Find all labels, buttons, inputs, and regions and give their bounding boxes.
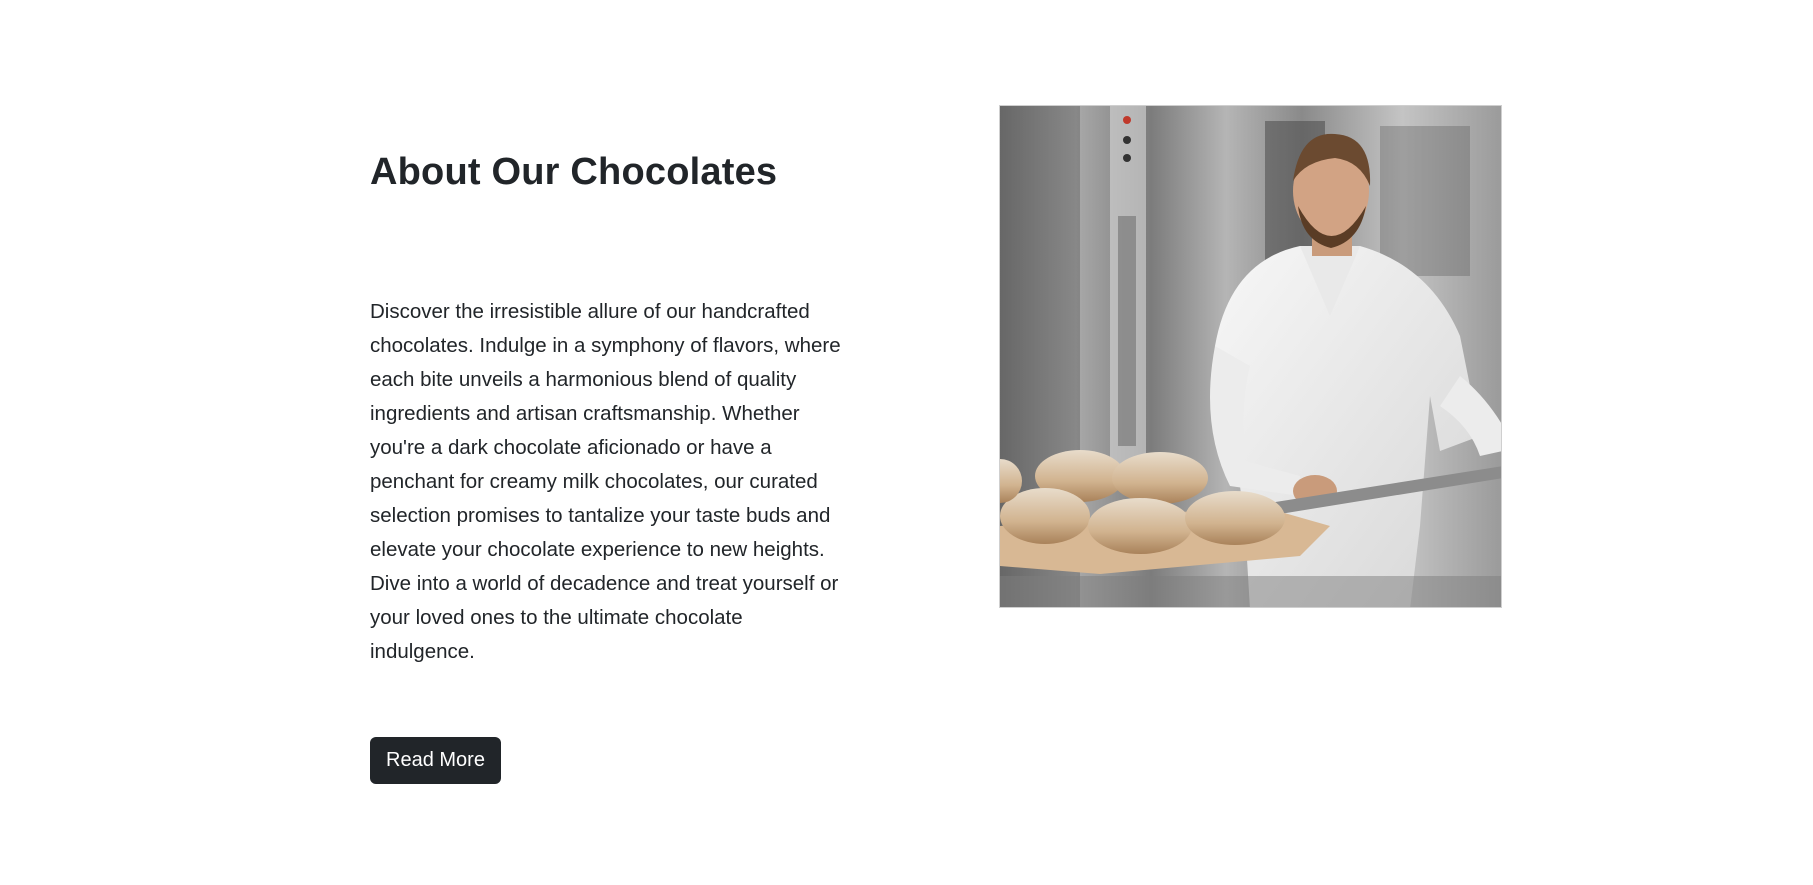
read-more-button[interactable]: Read More bbox=[370, 737, 501, 784]
about-description: Discover the irresistible allure of our … bbox=[370, 300, 841, 663]
about-section: About Our Chocolates Discover the irresi… bbox=[0, 0, 1813, 885]
baker-photo-illustration bbox=[1000, 106, 1501, 607]
about-title: About Our Chocolates bbox=[370, 151, 778, 193]
baker-photo bbox=[999, 105, 1502, 608]
about-text-column: About Our Chocolates Discover the irresi… bbox=[370, 150, 850, 663]
